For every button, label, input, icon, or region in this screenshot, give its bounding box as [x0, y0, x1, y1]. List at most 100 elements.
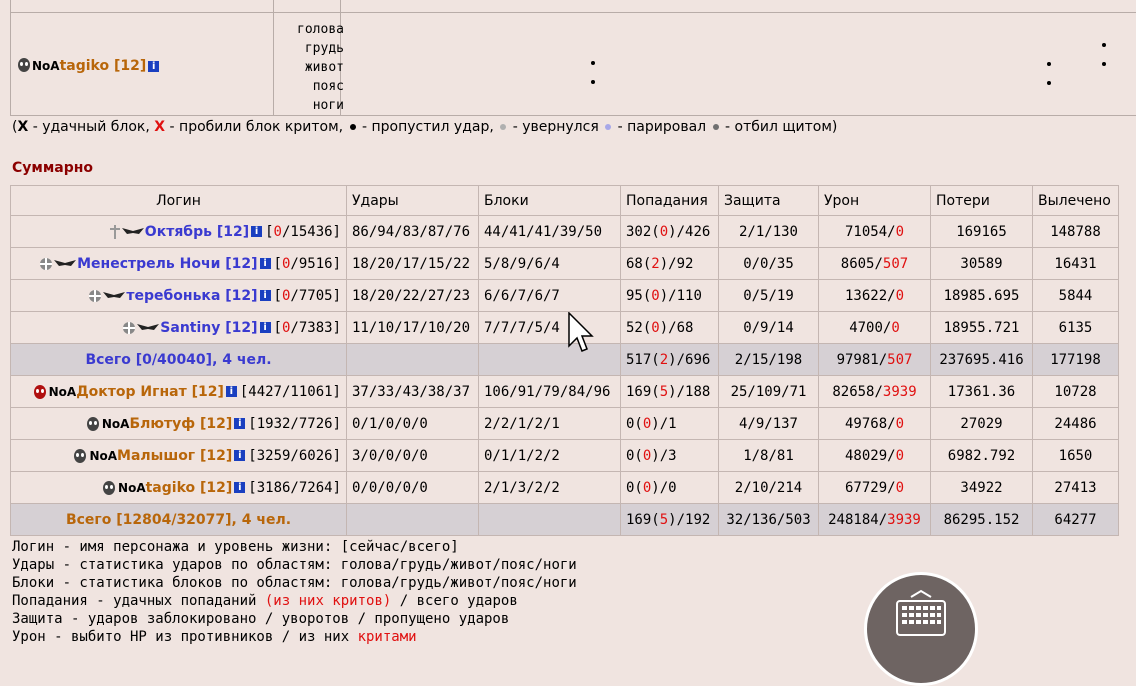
- losses-cell: 27029: [930, 407, 1033, 440]
- zone-waist: пояс: [312, 79, 344, 94]
- col-healed: Вылечено: [1032, 185, 1119, 216]
- keyboard-button[interactable]: [864, 572, 978, 686]
- info-icon[interactable]: i: [148, 60, 160, 72]
- info-icon[interactable]: i: [259, 258, 271, 269]
- healed-cell: 16431: [1032, 247, 1119, 280]
- team-total-label: Всего [12804/32077], 4 чел.: [10, 503, 347, 536]
- player-name[interactable]: Малышог: [117, 448, 195, 464]
- damage-cell: 4700/0: [818, 311, 931, 344]
- damage-cell: 48029/0: [818, 439, 931, 472]
- login-cell: Менестрель Ночи [12] i [0/9516]: [10, 247, 347, 280]
- accuracy-cell: 517(2)/696: [620, 343, 719, 376]
- fighter-tagiko[interactable]: NoA tagiko [12] i: [16, 56, 162, 76]
- defense-cell: 4/9/137: [718, 407, 819, 440]
- healed-cell: 148788: [1032, 215, 1119, 248]
- player-name[interactable]: Менестрель Ночи: [77, 256, 220, 272]
- damage-cell: 248184/3939: [818, 503, 931, 536]
- defense-cell: 2/15/198: [718, 343, 819, 376]
- info-icon[interactable]: i: [251, 226, 263, 237]
- losses-cell: 30589: [930, 247, 1033, 280]
- bat-icon: [121, 225, 144, 239]
- info-icon[interactable]: i: [234, 482, 246, 493]
- damage-cell: 13622/0: [818, 279, 931, 312]
- missed-hit-marker: [1102, 62, 1106, 66]
- clan-tag: NoA: [32, 59, 60, 73]
- hits-cell: 0/1/0/0/0: [346, 407, 479, 440]
- player-name[interactable]: Блютуф: [129, 416, 195, 432]
- player-name[interactable]: Октябрь: [145, 224, 212, 240]
- blocks-cell: 0/1/1/2/2: [478, 439, 621, 472]
- blocks-cell: 5/8/9/6/4: [478, 247, 621, 280]
- legend-parried-dot: [605, 124, 612, 130]
- player-name[interactable]: Santiny: [160, 320, 220, 336]
- accuracy-cell: 0(0)/3: [620, 439, 719, 472]
- login-cell: Santiny [12] i [0/7383]: [10, 311, 347, 344]
- clan-tag: NoA: [101, 416, 130, 431]
- missed-hit-marker: [1047, 81, 1051, 85]
- divider: [10, 12, 1136, 13]
- clan-mask-icon: [101, 480, 117, 496]
- defense-cell: 25/109/71: [718, 375, 819, 408]
- col-losses: Потери: [930, 185, 1033, 216]
- accuracy-cell: 169(5)/188: [620, 375, 719, 408]
- cross-icon: [109, 224, 121, 239]
- col-accuracy: Попадания: [620, 185, 719, 216]
- shield-emblem-icon: [122, 321, 136, 335]
- clan-tag: NoA: [89, 448, 118, 463]
- healed-cell: 6135: [1032, 311, 1119, 344]
- blocks-cell: 6/6/7/6/7: [478, 279, 621, 312]
- healed-cell: 24486: [1032, 407, 1119, 440]
- defense-cell: 2/10/214: [718, 471, 819, 504]
- zone-belly: живот: [304, 60, 344, 75]
- note-defense: Защита - ударов заблокировано / уворотов…: [12, 611, 510, 627]
- fighter-name[interactable]: tagiko: [60, 56, 110, 76]
- losses-cell: 237695.416: [930, 343, 1033, 376]
- note-blocks: Блоки - статистика блоков по областям: г…: [12, 575, 577, 591]
- defense-cell: 32/136/503: [718, 503, 819, 536]
- hits-cell: 0/0/0/0/0: [346, 471, 479, 504]
- defense-cell: 0/5/19: [718, 279, 819, 312]
- col-damage: Урон: [818, 185, 931, 216]
- legend-shield-dot: [712, 124, 719, 130]
- legend-crit-mark: X: [154, 119, 166, 135]
- info-icon[interactable]: i: [234, 418, 246, 429]
- legend: (X - удачный блок, X - пробили блок крит…: [12, 119, 838, 135]
- fight-round-block: NoA tagiko [12] i голова грудь живот поя…: [10, 0, 1136, 116]
- bat-icon: [54, 257, 77, 271]
- accuracy-cell: 95(0)/110: [620, 279, 719, 312]
- table-header-row: Логин Удары Блоки Попадания Защита Урон …: [10, 185, 1119, 216]
- hits-cell: 18/20/17/15/22: [346, 247, 479, 280]
- mouse-cursor-icon: [568, 312, 594, 352]
- losses-cell: 18985.695: [930, 279, 1033, 312]
- blocks-cell: 7/7/7/5/4: [478, 311, 621, 344]
- info-icon[interactable]: i: [225, 386, 237, 397]
- zone-list: голова грудь живот пояс ноги: [276, 20, 344, 115]
- player-name[interactable]: теребонька: [126, 288, 220, 304]
- table-row: Менестрель Ночи [12] i [0/9516] 18/20/17/1…: [10, 247, 1119, 280]
- login-cell: Октябрь [12] i [0/15436]: [10, 215, 347, 248]
- info-icon[interactable]: i: [259, 322, 271, 333]
- note-accuracy: Попадания - удачных попаданий (из них кр…: [12, 593, 518, 609]
- clan-mask-icon: [18, 58, 30, 72]
- keyboard-icon: [896, 589, 946, 636]
- info-icon[interactable]: i: [259, 290, 271, 301]
- player-name[interactable]: Доктор Игнат: [76, 384, 186, 400]
- col-hits: Удары: [346, 185, 479, 216]
- damage-cell: 67729/0: [818, 471, 931, 504]
- missed-hit-marker: [591, 80, 595, 84]
- table-row: Santiny [12] i [0/7383] 11/10/17/10/20 7/7…: [10, 311, 1119, 344]
- login-cell: NoAДоктор Игнат [12] i [4427/11061]: [10, 375, 347, 408]
- accuracy-cell: 0(0)/0: [620, 471, 719, 504]
- clan-tag: NoA: [48, 384, 77, 399]
- defense-cell: 1/8/81: [718, 439, 819, 472]
- login-cell: NoAtagiko [12] i [3186/7264]: [10, 471, 347, 504]
- healed-cell: 10728: [1032, 375, 1119, 408]
- losses-cell: 34922: [930, 471, 1033, 504]
- player-name[interactable]: tagiko: [146, 480, 196, 496]
- zone-head: голова: [297, 22, 344, 37]
- damage-cell: 82658/3939: [818, 375, 931, 408]
- zone-chest: грудь: [304, 41, 344, 56]
- info-icon[interactable]: i: [234, 450, 246, 461]
- clan-mask-icon: [85, 416, 101, 432]
- healed-cell: 64277: [1032, 503, 1119, 536]
